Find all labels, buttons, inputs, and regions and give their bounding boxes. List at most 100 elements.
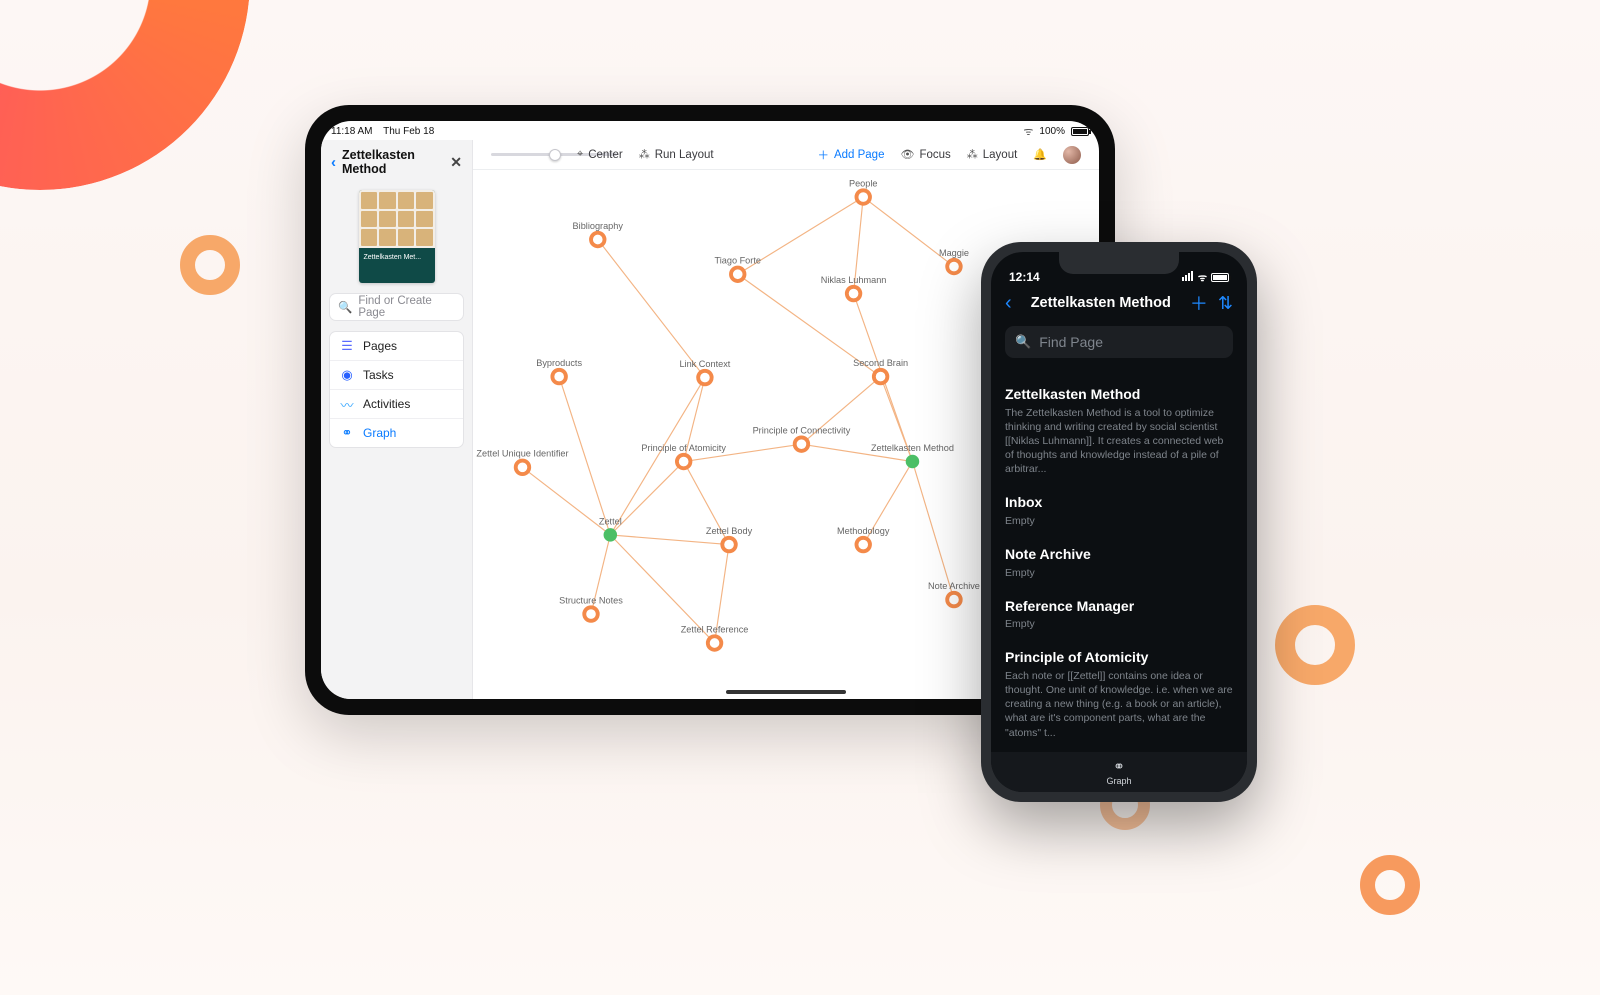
user-avatar[interactable] [1055,146,1089,164]
ipad-status-bar: 11:18 AM Thu Feb 18 ᯤ 100% [321,121,1099,140]
list-icon: ☰ [340,339,354,353]
header-title: Zettelkasten Method [1022,295,1180,311]
notifications-button[interactable]: 🔔 [1025,148,1055,161]
add-page-label: Add Page [834,149,885,161]
iphone-search[interactable]: 🔍 Find Page [1005,326,1233,358]
graph-node[interactable]: People [849,178,878,203]
target-icon: ⌖ [577,148,583,161]
graph-node[interactable]: Tiago Forte [714,256,760,281]
nodes-icon: ⁂ [967,148,978,161]
search-placeholder: Find or Create Page [358,295,455,319]
page-desc: Empty [1005,566,1233,580]
run-layout-button[interactable]: ⁂ Run Layout [631,148,722,161]
graph-node[interactable]: Zettel Body [706,526,753,551]
signal-icon [1182,271,1194,284]
graph-node[interactable]: Principle of Connectivity [753,426,851,451]
run-layout-label: Run Layout [655,149,714,161]
plus-icon: ＋ [817,147,829,163]
graph-tab-label[interactable]: Graph [1106,776,1131,786]
svg-text:Zettel: Zettel [599,516,622,526]
graph-node[interactable]: Second Brain [853,358,908,383]
svg-text:People: People [849,178,878,188]
nav-label: Pages [363,339,397,353]
center-label: Center [588,149,623,161]
search-placeholder: Find Page [1039,334,1103,350]
nav-graph[interactable]: ⚭ Graph [330,419,463,447]
iphone-time: 12:14 [1009,270,1040,284]
focus-label: Focus [919,149,950,161]
add-button[interactable]: ＋ [1190,290,1208,316]
graph-node[interactable]: Zettelkasten Method [871,443,954,466]
svg-text:Zettel Body: Zettel Body [706,526,753,536]
graph-node[interactable]: Structure Notes [559,595,623,620]
sort-button[interactable]: ⇅ [1218,293,1233,314]
svg-text:Zettelkasten Method: Zettelkasten Method [871,443,954,453]
page-desc: Each note or [[Zettel]] contains one ide… [1005,669,1233,740]
page-list-item[interactable]: Zettelkasten MethodThe Zettelkasten Meth… [1005,378,1233,486]
page-list-item[interactable]: InboxEmpty [1005,486,1233,538]
iphone-screen: 12:14 ᯤ ‹ Zettelkasten Method ＋ ⇅ 🔍 Find… [991,252,1247,792]
svg-text:Principle of Connectivity: Principle of Connectivity [753,426,851,436]
svg-text:Tiago Forte: Tiago Forte [714,256,760,266]
search-icon: 🔍 [338,300,352,314]
graph-node[interactable]: Niklas Luhmann [821,275,887,300]
layout-label: Layout [983,149,1018,161]
nav-pages[interactable]: ☰ Pages [330,332,463,361]
graph-node[interactable]: Bibliography [573,221,624,246]
page-desc: Empty [1005,514,1233,528]
svg-text:Bibliography: Bibliography [573,221,624,231]
battery-icon [1071,127,1089,136]
nav-tasks[interactable]: ◉ Tasks [330,361,463,390]
close-icon[interactable]: ✕ [450,154,462,171]
layout-button[interactable]: ⁂ Layout [959,148,1026,161]
ipad-sidebar: ‹ Zettelkasten Method ✕ Zettelkasten Met… [321,140,473,699]
graph-icon: ⚭ [340,426,354,440]
page-title: Note Archive [1005,546,1233,564]
iphone-page-list[interactable]: Zettelkasten MethodThe Zettelkasten Meth… [991,378,1247,752]
svg-text:Note Archive: Note Archive [928,581,980,591]
ipad-time: 11:18 AM [331,126,373,137]
sidebar-title: Zettelkasten Method [342,148,444,176]
svg-text:Niklas Luhmann: Niklas Luhmann [821,275,887,285]
center-button[interactable]: ⌖ Center [569,148,631,161]
search-icon: 🔍 [1015,334,1031,350]
nav-label: Tasks [363,368,394,382]
avatar-icon [1063,146,1081,164]
page-list-item[interactable]: Note Archive Empty [1005,538,1233,590]
iphone-header: ‹ Zettelkasten Method ＋ ⇅ [991,286,1247,320]
activity-icon: 〰 [340,397,354,411]
focus-button[interactable]: 👁 Focus [892,148,958,161]
add-page-button[interactable]: ＋ Add Page [809,147,892,163]
sidebar-search[interactable]: 🔍 Find or Create Page [329,293,464,321]
wifi-icon: ᯤ [1023,124,1033,139]
iphone-notch [1059,252,1179,274]
graph-node[interactable]: Note Archive [928,581,980,606]
decorative-ring-1 [180,235,240,295]
svg-text:Methodology: Methodology [837,526,890,536]
decorative-ring-2 [1275,605,1355,685]
graph-node[interactable]: Link Context [679,359,730,384]
graph-toolbar: ⌖ Center ⁂ Run Layout ＋ Add Page [473,140,1099,170]
nav-activities[interactable]: 〰 Activities [330,390,463,419]
graph-node[interactable]: Principle of Atomicity [641,443,726,468]
battery-pct: 100% [1039,126,1065,137]
decorative-ring-3 [1360,855,1420,915]
svg-text:Structure Notes: Structure Notes [559,595,623,605]
back-icon[interactable]: ‹ [1005,292,1012,315]
notebook-thumbnail[interactable]: Zettelkasten Met... [359,190,435,283]
page-list-item[interactable]: Reference ManagerEmpty [1005,590,1233,642]
wifi-icon: ᯤ [1198,270,1207,284]
svg-text:Zettel Unique Identifier: Zettel Unique Identifier [476,449,568,459]
page-list-item[interactable]: Principle of AtomicityEach note or [[Zet… [1005,641,1233,749]
graph-node[interactable]: Maggie [939,248,969,273]
graph-icon[interactable]: ⚭ [1113,758,1125,775]
graph-node[interactable]: Zettel Reference [681,624,749,649]
svg-text:Zettel Reference: Zettel Reference [681,624,749,634]
zoom-slider[interactable] [483,149,569,161]
svg-text:Byproducts: Byproducts [536,358,582,368]
graph-node[interactable]: Methodology [837,526,890,551]
back-icon[interactable]: ‹ [331,154,336,171]
graph-node[interactable]: Byproducts [536,358,582,383]
nodes-icon: ⁂ [639,148,650,161]
graph-node[interactable]: Zettel Unique Identifier [476,449,568,474]
